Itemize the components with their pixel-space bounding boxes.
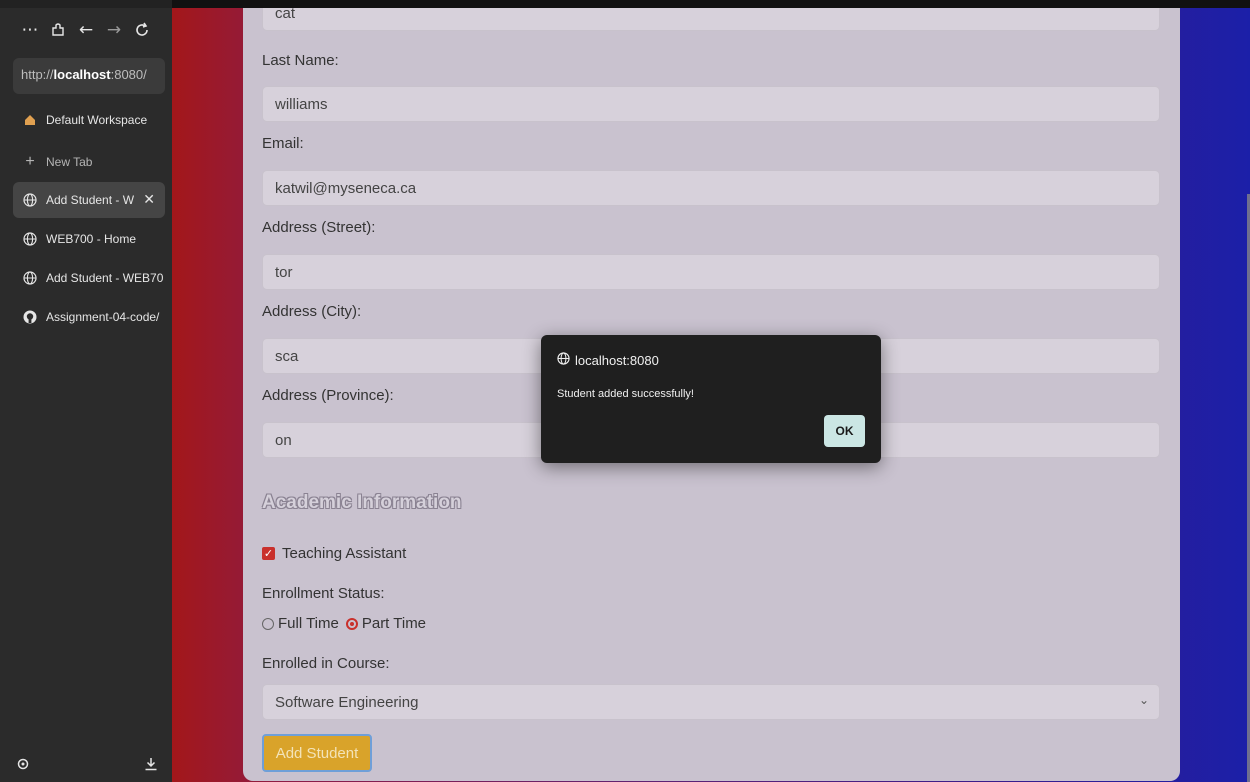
reload-icon[interactable] <box>128 18 156 42</box>
part-time-radio[interactable] <box>345 617 358 630</box>
tab-add-student-active[interactable]: Add Student - W ✕ <box>13 182 165 218</box>
tab-assignment-code[interactable]: Assignment-04-code/ <box>13 299 165 335</box>
github-icon <box>23 310 37 324</box>
city-label: Address (City): <box>262 303 362 320</box>
street-value: tor <box>275 264 293 281</box>
url-rest: :8080/ <box>110 67 147 82</box>
enrollment-radio-group: Full Time Part Time <box>262 615 426 632</box>
tab-title: Add Student - W <box>46 193 135 207</box>
email-value: katwil@myseneca.ca <box>275 180 417 197</box>
new-tab-label: New Tab <box>46 155 93 169</box>
url-host: localhost <box>53 67 111 82</box>
url-prefix: http:// <box>21 67 54 82</box>
globe-icon <box>23 193 37 207</box>
course-value: Software Engineering <box>275 694 419 711</box>
last-name-value: williams <box>275 96 328 113</box>
full-time-radio[interactable] <box>262 617 274 630</box>
dialog-origin: localhost:8080 <box>557 352 659 368</box>
dialog-message: Student added successfully! <box>557 388 694 400</box>
email-field[interactable]: katwil@myseneca.ca <box>262 170 1160 206</box>
chevron-down-icon: ⌄ <box>1138 693 1149 707</box>
province-value: on <box>275 432 292 449</box>
settings-gear-icon[interactable] <box>16 757 30 774</box>
tab-title: Add Student - WEB70 <box>46 271 164 285</box>
extensions-icon[interactable] <box>44 18 72 42</box>
plus-icon: + <box>25 153 35 170</box>
workspace-label: Default Workspace <box>46 113 148 127</box>
full-time-label[interactable]: Full Time <box>278 615 339 632</box>
globe-icon <box>23 271 37 285</box>
first-name-field[interactable]: cat <box>262 8 1160 31</box>
academic-info-heading: Academic Information <box>262 492 462 513</box>
back-arrow-icon[interactable]: ← <box>72 18 100 42</box>
first-name-value: cat <box>275 8 296 22</box>
enrollment-status-label: Enrollment Status: <box>262 585 385 602</box>
new-tab-button[interactable]: + New Tab <box>13 144 165 180</box>
download-icon[interactable] <box>144 757 158 774</box>
part-time-label[interactable]: Part Time <box>362 615 426 632</box>
province-label: Address (Province): <box>262 387 394 404</box>
last-name-field[interactable]: williams <box>262 86 1160 122</box>
browser-sidebar: ⋯ ← → http://localhost:8080/ Default Wor… <box>0 0 172 782</box>
teaching-assistant-label: Teaching Assistant <box>282 545 407 562</box>
course-select[interactable]: Software Engineering ⌄ <box>262 684 1160 720</box>
forward-arrow-icon[interactable]: → <box>100 18 128 42</box>
tab-title: Assignment-04-code/ <box>46 310 160 324</box>
street-label: Address (Street): <box>262 219 376 236</box>
globe-icon <box>23 232 37 246</box>
house-icon <box>23 113 37 127</box>
globe-icon <box>557 352 570 368</box>
tab-title: WEB700 - Home <box>46 232 137 246</box>
address-bar[interactable]: http://localhost:8080/ <box>13 58 165 94</box>
workspace-selector[interactable]: Default Workspace <box>13 102 165 138</box>
tab-web700-home[interactable]: WEB700 - Home <box>13 221 165 257</box>
tab-add-student[interactable]: Add Student - WEB70 <box>13 260 165 296</box>
teaching-assistant-checkbox[interactable]: ✓ Teaching Assistant <box>262 545 406 562</box>
add-student-button[interactable]: Add Student <box>262 734 372 772</box>
sidebar-footer <box>16 757 158 774</box>
nav-toolbar: ⋯ ← → <box>16 18 156 42</box>
street-field[interactable]: tor <box>262 254 1160 290</box>
alert-dialog: localhost:8080 Student added successfull… <box>541 335 881 463</box>
close-icon[interactable]: ✕ <box>143 192 155 208</box>
city-value: sca <box>275 348 299 365</box>
ok-button[interactable]: OK <box>824 415 865 447</box>
last-name-label: Last Name: <box>262 52 339 69</box>
course-label: Enrolled in Course: <box>262 655 390 672</box>
more-menu-icon[interactable]: ⋯ <box>16 18 44 42</box>
checkmark-icon[interactable]: ✓ <box>262 547 275 560</box>
dialog-origin-text: localhost:8080 <box>575 352 659 368</box>
email-label: Email: <box>262 135 304 152</box>
